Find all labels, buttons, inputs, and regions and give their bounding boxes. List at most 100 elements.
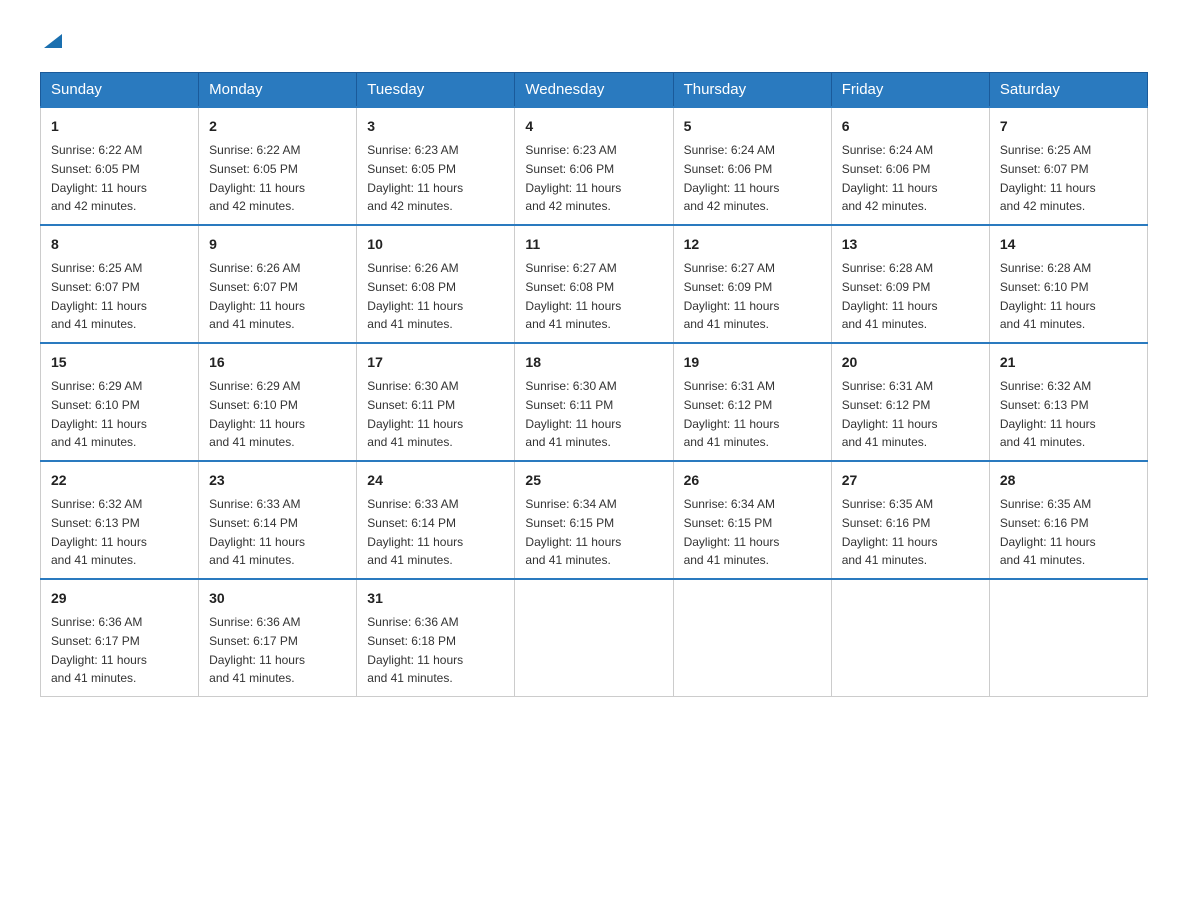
day-info: Sunrise: 6:22 AMSunset: 6:05 PMDaylight:… bbox=[209, 143, 305, 213]
calendar-week-row: 15 Sunrise: 6:29 AMSunset: 6:10 PMDaylig… bbox=[41, 343, 1148, 461]
day-number: 5 bbox=[684, 116, 821, 137]
day-number: 18 bbox=[525, 352, 662, 373]
calendar-day-cell: 17 Sunrise: 6:30 AMSunset: 6:11 PMDaylig… bbox=[357, 343, 515, 461]
day-number: 14 bbox=[1000, 234, 1137, 255]
calendar-day-cell: 28 Sunrise: 6:35 AMSunset: 6:16 PMDaylig… bbox=[989, 461, 1147, 579]
day-number: 23 bbox=[209, 470, 346, 491]
day-info: Sunrise: 6:35 AMSunset: 6:16 PMDaylight:… bbox=[1000, 497, 1096, 567]
day-number: 15 bbox=[51, 352, 188, 373]
day-number: 10 bbox=[367, 234, 504, 255]
calendar-table: SundayMondayTuesdayWednesdayThursdayFrid… bbox=[40, 72, 1148, 697]
calendar-day-cell: 21 Sunrise: 6:32 AMSunset: 6:13 PMDaylig… bbox=[989, 343, 1147, 461]
calendar-header-cell: Sunday bbox=[41, 73, 199, 108]
day-number: 8 bbox=[51, 234, 188, 255]
calendar-header-cell: Wednesday bbox=[515, 73, 673, 108]
day-number: 29 bbox=[51, 588, 188, 609]
day-info: Sunrise: 6:28 AMSunset: 6:10 PMDaylight:… bbox=[1000, 261, 1096, 331]
calendar-day-cell bbox=[831, 579, 989, 697]
calendar-header-cell: Saturday bbox=[989, 73, 1147, 108]
day-number: 4 bbox=[525, 116, 662, 137]
calendar-week-row: 22 Sunrise: 6:32 AMSunset: 6:13 PMDaylig… bbox=[41, 461, 1148, 579]
day-info: Sunrise: 6:26 AMSunset: 6:07 PMDaylight:… bbox=[209, 261, 305, 331]
calendar-day-cell: 4 Sunrise: 6:23 AMSunset: 6:06 PMDayligh… bbox=[515, 107, 673, 225]
calendar-day-cell: 6 Sunrise: 6:24 AMSunset: 6:06 PMDayligh… bbox=[831, 107, 989, 225]
day-number: 20 bbox=[842, 352, 979, 373]
day-info: Sunrise: 6:23 AMSunset: 6:05 PMDaylight:… bbox=[367, 143, 463, 213]
calendar-day-cell: 15 Sunrise: 6:29 AMSunset: 6:10 PMDaylig… bbox=[41, 343, 199, 461]
calendar-day-cell: 30 Sunrise: 6:36 AMSunset: 6:17 PMDaylig… bbox=[199, 579, 357, 697]
calendar-day-cell: 29 Sunrise: 6:36 AMSunset: 6:17 PMDaylig… bbox=[41, 579, 199, 697]
logo-triangle-icon bbox=[42, 30, 64, 52]
day-number: 27 bbox=[842, 470, 979, 491]
logo bbox=[40, 30, 64, 52]
calendar-header-cell: Monday bbox=[199, 73, 357, 108]
day-info: Sunrise: 6:34 AMSunset: 6:15 PMDaylight:… bbox=[525, 497, 621, 567]
calendar-day-cell: 22 Sunrise: 6:32 AMSunset: 6:13 PMDaylig… bbox=[41, 461, 199, 579]
day-info: Sunrise: 6:23 AMSunset: 6:06 PMDaylight:… bbox=[525, 143, 621, 213]
day-number: 21 bbox=[1000, 352, 1137, 373]
day-number: 31 bbox=[367, 588, 504, 609]
day-info: Sunrise: 6:29 AMSunset: 6:10 PMDaylight:… bbox=[51, 379, 147, 449]
day-info: Sunrise: 6:25 AMSunset: 6:07 PMDaylight:… bbox=[51, 261, 147, 331]
day-info: Sunrise: 6:24 AMSunset: 6:06 PMDaylight:… bbox=[684, 143, 780, 213]
calendar-day-cell: 24 Sunrise: 6:33 AMSunset: 6:14 PMDaylig… bbox=[357, 461, 515, 579]
calendar-week-row: 29 Sunrise: 6:36 AMSunset: 6:17 PMDaylig… bbox=[41, 579, 1148, 697]
day-number: 30 bbox=[209, 588, 346, 609]
day-info: Sunrise: 6:32 AMSunset: 6:13 PMDaylight:… bbox=[1000, 379, 1096, 449]
day-number: 6 bbox=[842, 116, 979, 137]
day-info: Sunrise: 6:31 AMSunset: 6:12 PMDaylight:… bbox=[842, 379, 938, 449]
calendar-day-cell: 10 Sunrise: 6:26 AMSunset: 6:08 PMDaylig… bbox=[357, 225, 515, 343]
calendar-day-cell: 27 Sunrise: 6:35 AMSunset: 6:16 PMDaylig… bbox=[831, 461, 989, 579]
day-info: Sunrise: 6:28 AMSunset: 6:09 PMDaylight:… bbox=[842, 261, 938, 331]
day-number: 12 bbox=[684, 234, 821, 255]
day-number: 25 bbox=[525, 470, 662, 491]
calendar-day-cell bbox=[989, 579, 1147, 697]
calendar-day-cell: 25 Sunrise: 6:34 AMSunset: 6:15 PMDaylig… bbox=[515, 461, 673, 579]
calendar-day-cell: 7 Sunrise: 6:25 AMSunset: 6:07 PMDayligh… bbox=[989, 107, 1147, 225]
calendar-day-cell: 1 Sunrise: 6:22 AMSunset: 6:05 PMDayligh… bbox=[41, 107, 199, 225]
day-info: Sunrise: 6:24 AMSunset: 6:06 PMDaylight:… bbox=[842, 143, 938, 213]
day-number: 19 bbox=[684, 352, 821, 373]
calendar-day-cell: 5 Sunrise: 6:24 AMSunset: 6:06 PMDayligh… bbox=[673, 107, 831, 225]
calendar-day-cell: 18 Sunrise: 6:30 AMSunset: 6:11 PMDaylig… bbox=[515, 343, 673, 461]
day-number: 9 bbox=[209, 234, 346, 255]
calendar-header-cell: Tuesday bbox=[357, 73, 515, 108]
day-info: Sunrise: 6:35 AMSunset: 6:16 PMDaylight:… bbox=[842, 497, 938, 567]
calendar-day-cell: 23 Sunrise: 6:33 AMSunset: 6:14 PMDaylig… bbox=[199, 461, 357, 579]
calendar-header-cell: Thursday bbox=[673, 73, 831, 108]
calendar-day-cell bbox=[673, 579, 831, 697]
day-number: 13 bbox=[842, 234, 979, 255]
day-info: Sunrise: 6:32 AMSunset: 6:13 PMDaylight:… bbox=[51, 497, 147, 567]
calendar-day-cell: 8 Sunrise: 6:25 AMSunset: 6:07 PMDayligh… bbox=[41, 225, 199, 343]
calendar-day-cell bbox=[515, 579, 673, 697]
day-number: 22 bbox=[51, 470, 188, 491]
day-info: Sunrise: 6:27 AMSunset: 6:08 PMDaylight:… bbox=[525, 261, 621, 331]
page-header bbox=[40, 30, 1148, 52]
day-info: Sunrise: 6:36 AMSunset: 6:18 PMDaylight:… bbox=[367, 615, 463, 685]
calendar-week-row: 8 Sunrise: 6:25 AMSunset: 6:07 PMDayligh… bbox=[41, 225, 1148, 343]
calendar-week-row: 1 Sunrise: 6:22 AMSunset: 6:05 PMDayligh… bbox=[41, 107, 1148, 225]
day-number: 1 bbox=[51, 116, 188, 137]
calendar-day-cell: 11 Sunrise: 6:27 AMSunset: 6:08 PMDaylig… bbox=[515, 225, 673, 343]
day-info: Sunrise: 6:30 AMSunset: 6:11 PMDaylight:… bbox=[525, 379, 621, 449]
day-info: Sunrise: 6:33 AMSunset: 6:14 PMDaylight:… bbox=[367, 497, 463, 567]
day-info: Sunrise: 6:33 AMSunset: 6:14 PMDaylight:… bbox=[209, 497, 305, 567]
day-info: Sunrise: 6:25 AMSunset: 6:07 PMDaylight:… bbox=[1000, 143, 1096, 213]
day-number: 28 bbox=[1000, 470, 1137, 491]
day-number: 7 bbox=[1000, 116, 1137, 137]
calendar-day-cell: 19 Sunrise: 6:31 AMSunset: 6:12 PMDaylig… bbox=[673, 343, 831, 461]
day-info: Sunrise: 6:29 AMSunset: 6:10 PMDaylight:… bbox=[209, 379, 305, 449]
day-number: 24 bbox=[367, 470, 504, 491]
day-info: Sunrise: 6:31 AMSunset: 6:12 PMDaylight:… bbox=[684, 379, 780, 449]
calendar-header-row: SundayMondayTuesdayWednesdayThursdayFrid… bbox=[41, 73, 1148, 108]
day-number: 17 bbox=[367, 352, 504, 373]
calendar-header: SundayMondayTuesdayWednesdayThursdayFrid… bbox=[41, 73, 1148, 108]
calendar-day-cell: 31 Sunrise: 6:36 AMSunset: 6:18 PMDaylig… bbox=[357, 579, 515, 697]
calendar-header-cell: Friday bbox=[831, 73, 989, 108]
calendar-day-cell: 13 Sunrise: 6:28 AMSunset: 6:09 PMDaylig… bbox=[831, 225, 989, 343]
day-number: 11 bbox=[525, 234, 662, 255]
day-number: 16 bbox=[209, 352, 346, 373]
day-info: Sunrise: 6:27 AMSunset: 6:09 PMDaylight:… bbox=[684, 261, 780, 331]
day-number: 26 bbox=[684, 470, 821, 491]
calendar-day-cell: 14 Sunrise: 6:28 AMSunset: 6:10 PMDaylig… bbox=[989, 225, 1147, 343]
